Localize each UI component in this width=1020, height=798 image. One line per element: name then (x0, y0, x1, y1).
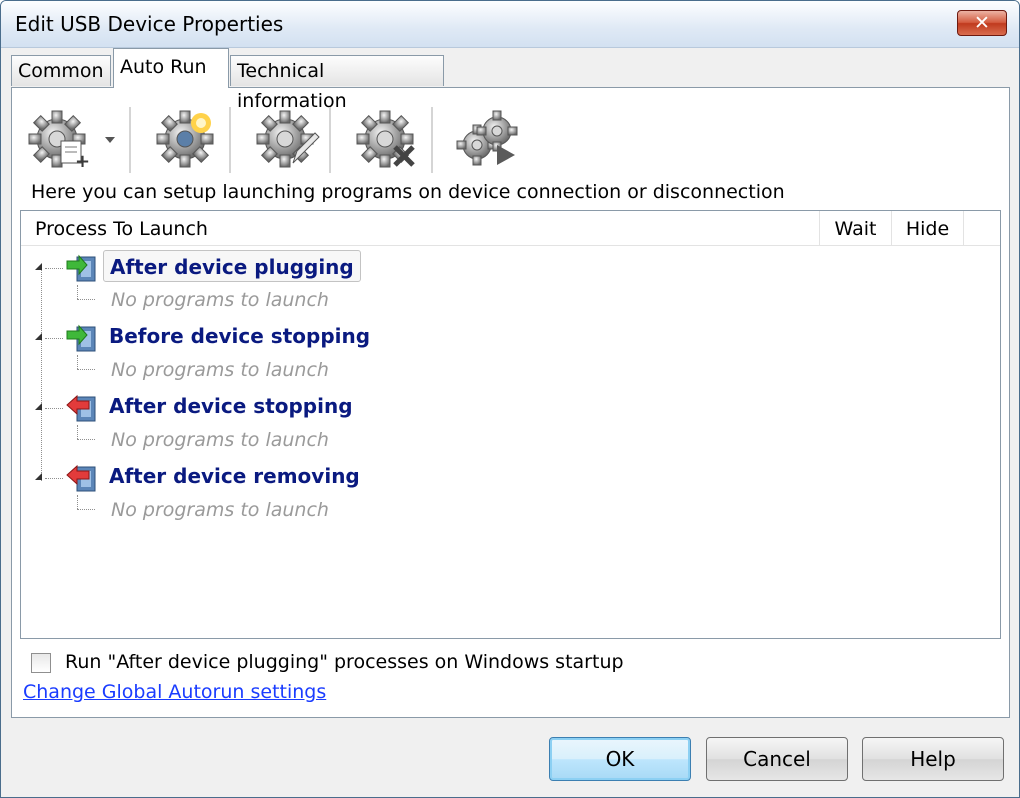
new-process-gear-icon (156, 110, 214, 168)
change-global-autorun-link[interactable]: Change Global Autorun settings (23, 681, 326, 703)
tree-connector (77, 355, 78, 369)
tree-node-after-device-removing[interactable]: After device removing No programs to lau… (21, 457, 1000, 527)
no-programs-item: No programs to launch (111, 499, 329, 521)
tree-connector (45, 268, 63, 269)
tab-technical-information[interactable]: Technical information (230, 55, 444, 112)
toolbar-separator (129, 107, 132, 173)
column-wait[interactable]: Wait (820, 211, 892, 245)
tree-node-after-device-plugging[interactable]: After device plugging No programs to lau… (21, 247, 1000, 317)
tree-connector (77, 285, 78, 299)
startup-checkbox[interactable] (31, 653, 51, 673)
title-bar[interactable]: Edit USB Device Properties ✕ (1, 1, 1019, 48)
column-process-to-launch[interactable]: Process To Launch (21, 211, 820, 245)
add-process-button[interactable]: + (25, 101, 125, 177)
collapse-triangle-icon[interactable] (35, 263, 42, 270)
tree-connector (77, 509, 95, 510)
tree-connector (45, 478, 63, 479)
run-process-gear-icon (456, 110, 518, 166)
device-plug-green-arrow-icon (66, 254, 96, 282)
delete-process-button[interactable] (349, 101, 421, 177)
tree-connector (77, 439, 95, 440)
collapse-triangle-icon[interactable] (35, 473, 42, 480)
tree-connector (77, 369, 95, 370)
run-process-button[interactable] (451, 101, 523, 177)
column-hide[interactable]: Hide (892, 211, 964, 245)
tree-connector (77, 299, 95, 300)
edit-process-gear-icon (256, 110, 320, 168)
auto-run-description: Here you can setup launching programs on… (31, 181, 785, 203)
new-process-button[interactable] (149, 101, 221, 177)
dialog-window: Edit USB Device Properties ✕ Common Auto… (0, 0, 1020, 798)
toolbar: + (21, 101, 541, 177)
tab-common[interactable]: Common (11, 55, 111, 86)
collapse-triangle-icon[interactable] (35, 403, 42, 410)
collapse-triangle-icon[interactable] (35, 333, 42, 340)
tree-header: Process To Launch Wait Hide (21, 211, 1000, 246)
tree-connector (77, 425, 78, 439)
device-stop-green-arrow-icon (66, 324, 96, 352)
close-icon: ✕ (974, 12, 990, 34)
device-remove-red-arrow-icon (66, 464, 96, 492)
startup-checkbox-label[interactable]: Run "After device plugging" processes on… (65, 651, 624, 673)
close-button[interactable]: ✕ (957, 10, 1007, 36)
add-process-gear-icon: + (28, 110, 115, 172)
process-tree[interactable]: Process To Launch Wait Hide After device… (20, 210, 1001, 639)
tab-auto-run[interactable]: Auto Run (113, 48, 229, 88)
tree-node-after-device-stopping[interactable]: After device stopping No programs to lau… (21, 387, 1000, 457)
node-label[interactable]: After device plugging (103, 250, 361, 282)
svg-text:+: + (75, 151, 90, 172)
window-title: Edit USB Device Properties (15, 12, 284, 36)
toolbar-separator (329, 107, 332, 173)
ok-button[interactable]: OK (549, 737, 691, 781)
toolbar-separator (431, 107, 434, 173)
node-label[interactable]: After device stopping (103, 390, 359, 422)
delete-process-gear-icon (356, 110, 415, 168)
no-programs-item: No programs to launch (111, 429, 329, 451)
no-programs-item: No programs to launch (111, 289, 329, 311)
toolbar-separator (229, 107, 232, 173)
tree-connector (45, 408, 63, 409)
no-programs-item: No programs to launch (111, 359, 329, 381)
cancel-button[interactable]: Cancel (706, 737, 848, 781)
help-button[interactable]: Help (862, 737, 1004, 781)
node-label[interactable]: After device removing (103, 460, 366, 492)
tree-connector (45, 338, 63, 339)
tree-node-before-device-stopping[interactable]: Before device stopping No programs to la… (21, 317, 1000, 387)
edit-process-button[interactable] (249, 101, 321, 177)
tree-connector (77, 495, 78, 509)
device-stop-red-arrow-icon (66, 394, 96, 422)
node-label[interactable]: Before device stopping (103, 320, 376, 352)
